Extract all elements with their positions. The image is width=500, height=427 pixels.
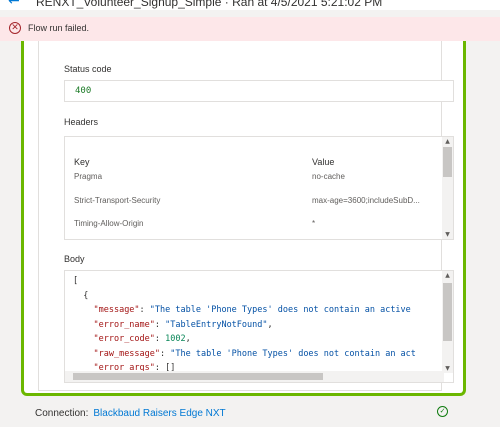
headers-scroll-thumb[interactable] xyxy=(443,147,452,177)
body-horizontal-thumb[interactable] xyxy=(73,373,323,380)
success-check-icon: ✓ xyxy=(437,406,448,417)
error-message: Flow run failed. xyxy=(28,23,90,33)
json-key: "error_name" xyxy=(93,319,155,330)
body-json-viewer[interactable]: [ { "message": "The table 'Phone Types' … xyxy=(64,270,454,383)
body-scroll-thumb[interactable] xyxy=(443,283,452,341)
flow-run-title: RENXT_Volunteer_Signup_Simple · Ran at 4… xyxy=(36,0,383,9)
headers-vertical-scrollbar[interactable]: ▲ ▼ xyxy=(442,137,453,239)
json-line: [ xyxy=(73,276,79,286)
error-circle-icon: ✕ xyxy=(9,22,21,34)
header-value: * xyxy=(312,219,316,228)
header-key: Pragma xyxy=(74,172,103,181)
json-key: "error_code" xyxy=(93,334,155,344)
body-vertical-scrollbar[interactable]: ▲ ▼ xyxy=(442,271,453,373)
json-value: "TableEntryNotFound" xyxy=(165,319,268,330)
header-key: Strict-Transport-Security xyxy=(74,196,161,205)
status-code-label: Status code xyxy=(64,64,112,74)
json-value: "The table 'Phone Types' does not contai… xyxy=(170,348,416,359)
header-value: max-age=3600;includeSubD... xyxy=(312,196,420,205)
json-key: "raw_message" xyxy=(93,348,161,359)
connection-row: Connection: Blackbaud Raisers Edge NXT xyxy=(35,408,226,419)
json-value: "The table 'Phone Types' does not contai… xyxy=(149,305,411,315)
json-value: 1002 xyxy=(165,334,186,344)
connection-label: Connection: xyxy=(35,408,89,419)
outputs-panel: Status code 400 Headers Key Value Pragma… xyxy=(38,41,454,391)
headers-key-column: Key xyxy=(74,157,90,167)
status-code-field[interactable]: 400 xyxy=(64,80,454,102)
scroll-up-icon[interactable]: ▲ xyxy=(442,138,453,145)
top-bar: ← RENXT_Volunteer_Signup_Simple · Ran at… xyxy=(0,0,500,10)
headers-label: Headers xyxy=(64,117,99,127)
headers-value-column: Value xyxy=(312,157,335,167)
json-line: { xyxy=(73,290,89,301)
header-key: Timing-Allow-Origin xyxy=(74,219,144,228)
header-value: no-cache xyxy=(312,172,345,181)
json-key: "message" xyxy=(93,305,140,315)
connection-link[interactable]: Blackbaud Raisers Edge NXT xyxy=(93,408,225,419)
scroll-down-icon[interactable]: ▼ xyxy=(442,231,453,238)
body-label: Body xyxy=(64,254,85,264)
status-code-value: 400 xyxy=(75,86,92,96)
json-code: [ { "message": "The table 'Phone Types' … xyxy=(73,276,416,373)
headers-table[interactable]: Key Value Pragma no-cache Strict-Transpo… xyxy=(64,136,454,240)
error-banner: ✕ Flow run failed. xyxy=(0,17,500,41)
back-arrow-icon[interactable]: ← xyxy=(8,0,20,9)
action-card: Status code 400 Headers Key Value Pragma… xyxy=(21,41,466,396)
scroll-up-icon[interactable]: ▲ xyxy=(442,272,453,279)
body-horizontal-scrollbar[interactable] xyxy=(65,371,444,382)
